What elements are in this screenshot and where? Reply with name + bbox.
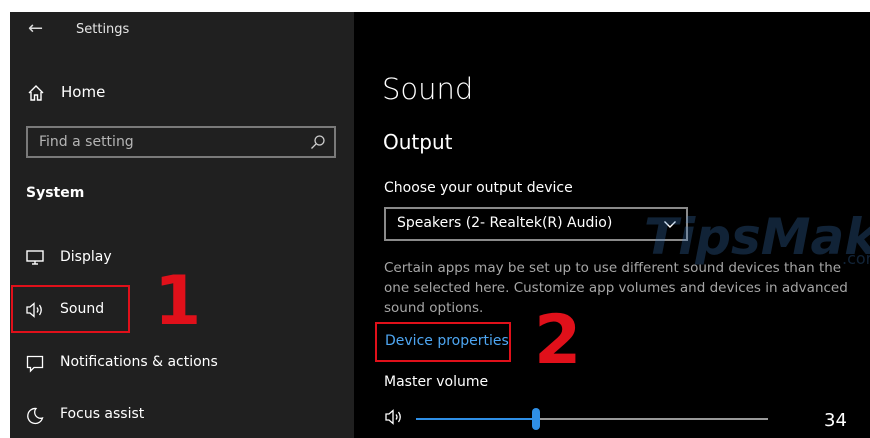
window-title: Settings [76, 22, 130, 37]
speaker-icon[interactable] [385, 409, 405, 429]
moon-icon [26, 407, 44, 429]
search-input[interactable] [28, 128, 309, 156]
output-device-value: Speakers (2- Realtek(R) Audio) [397, 215, 613, 231]
callout-box-sound [11, 285, 130, 333]
callout-box-device-properties [375, 322, 511, 362]
nav-home[interactable]: Home [10, 78, 354, 110]
settings-sidebar: ← Settings Home System Display Sound Not… [10, 12, 354, 438]
master-volume-label: Master volume [384, 374, 489, 390]
search-box[interactable] [26, 126, 336, 158]
callout-number-1: 1 [154, 262, 202, 341]
section-title-output: Output [383, 130, 453, 154]
notifications-icon [26, 355, 44, 377]
slider-thumb[interactable] [531, 408, 540, 430]
sound-settings-page: Sound Output Choose your output device S… [354, 12, 870, 438]
home-icon [27, 84, 45, 106]
output-device-label: Choose your output device [384, 180, 573, 196]
sidebar-item-label: Display [60, 249, 112, 265]
section-title-system: System [26, 185, 85, 201]
master-volume-slider[interactable] [416, 407, 768, 431]
master-volume-value: 34 [824, 410, 847, 431]
sidebar-item-focus-assist[interactable]: Focus assist [10, 399, 354, 433]
sidebar-item-label: Notifications & actions [60, 354, 218, 370]
chevron-down-icon [663, 216, 677, 235]
search-icon[interactable] [310, 134, 326, 154]
back-arrow-icon[interactable]: ← [28, 18, 43, 39]
title-bar: ← Settings [10, 12, 354, 48]
display-icon [26, 250, 44, 270]
nav-home-label: Home [61, 83, 106, 101]
sidebar-item-label: Focus assist [60, 406, 145, 422]
page-title: Sound [382, 72, 474, 106]
output-help-text: Certain apps may be set up to use differ… [384, 260, 848, 316]
output-device-dropdown[interactable]: Speakers (2- Realtek(R) Audio) [384, 207, 688, 241]
slider-fill [416, 418, 536, 420]
callout-number-2: 2 [534, 301, 582, 380]
sidebar-item-notifications[interactable]: Notifications & actions [10, 347, 354, 381]
